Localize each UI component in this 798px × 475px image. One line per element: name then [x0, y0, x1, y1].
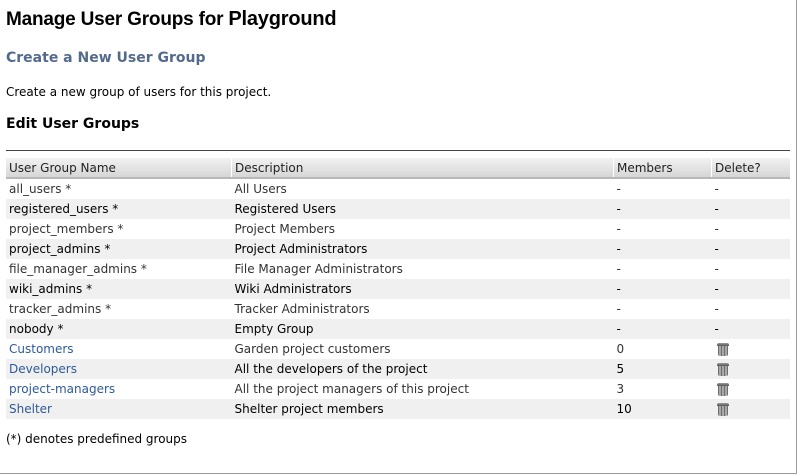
delete-cell[interactable]: [711, 379, 790, 399]
group-members-count: -: [613, 239, 712, 259]
group-description: Tracker Administrators: [231, 299, 614, 319]
table-row: project_admins * Project Administrators - -: [6, 239, 790, 259]
group-name: project_members *: [6, 219, 232, 239]
group-name: registered_users *: [6, 199, 232, 219]
group-description: Wiki Administrators: [231, 279, 614, 299]
table-row: Shelter Shelter project members 10: [6, 399, 790, 419]
group-members-count: -: [613, 199, 712, 219]
table-row: project-managers All the project managers…: [6, 379, 790, 399]
delete-cell[interactable]: [711, 359, 790, 379]
table-header-row: User Group Name Description Members Dele…: [6, 158, 790, 179]
page-title: Manage User Groups for Playground: [6, 8, 337, 31]
group-name: project_admins *: [6, 239, 232, 259]
section-divider: [6, 150, 790, 151]
delete-unavailable: -: [711, 199, 790, 219]
create-user-group-link[interactable]: Create a New User Group: [6, 50, 206, 66]
delete-unavailable: -: [711, 319, 790, 339]
delete-unavailable: -: [711, 259, 790, 279]
delete-unavailable: -: [711, 219, 790, 239]
delete-cell[interactable]: [711, 399, 790, 419]
trash-icon[interactable]: [716, 382, 729, 396]
trash-icon[interactable]: [716, 402, 729, 416]
group-name: all_users *: [6, 178, 232, 199]
group-name-cell[interactable]: Shelter: [6, 399, 232, 419]
delete-cell[interactable]: [711, 339, 790, 359]
group-name: nobody *: [6, 319, 232, 339]
project-name: Playground: [228, 8, 337, 30]
group-description: Shelter project members: [231, 399, 614, 419]
group-name-link[interactable]: project-managers: [9, 382, 115, 396]
group-members-count: -: [613, 178, 712, 199]
group-description: File Manager Administrators: [231, 259, 614, 279]
group-name-link[interactable]: Customers: [9, 342, 74, 356]
group-members-count: 5: [613, 359, 712, 379]
group-description: All the developers of the project: [231, 359, 614, 379]
table-row: Customers Garden project customers 0: [6, 339, 790, 359]
group-members-count: -: [613, 319, 712, 339]
group-description: Registered Users: [231, 199, 614, 219]
group-members-count: 0: [613, 339, 712, 359]
table-row: Developers All the developers of the proj…: [6, 359, 790, 379]
edit-user-groups-heading: Edit User Groups: [6, 116, 140, 132]
table-row: nobody * Empty Group - -: [6, 319, 790, 339]
group-name: file_manager_admins *: [6, 259, 232, 279]
trash-icon[interactable]: [716, 362, 729, 376]
group-name: tracker_admins *: [6, 299, 232, 319]
delete-unavailable: -: [711, 279, 790, 299]
group-members-count: -: [613, 299, 712, 319]
group-description: Project Members: [231, 219, 614, 239]
table-row: tracker_admins * Tracker Administrators - -: [6, 299, 790, 319]
table-body: all_users * All Users - - registered_users *…: [6, 178, 790, 419]
group-name-cell[interactable]: Developers: [6, 359, 232, 379]
group-name: wiki_admins *: [6, 279, 232, 299]
group-description: Project Administrators: [231, 239, 614, 259]
group-description: Garden project customers: [231, 339, 614, 359]
group-description: Empty Group: [231, 319, 614, 339]
group-name-link[interactable]: Shelter: [9, 402, 52, 416]
header-members[interactable]: Members: [613, 158, 712, 179]
group-members-count: -: [613, 219, 712, 239]
page-title-prefix: Manage User Groups for: [6, 9, 229, 30]
group-members-count: 3: [613, 379, 712, 399]
footnote: (*) denotes predefined groups: [6, 432, 188, 446]
table-row: project_members * Project Members - -: [6, 219, 790, 239]
trash-icon[interactable]: [716, 342, 729, 356]
group-name-link[interactable]: Developers: [9, 362, 77, 376]
group-name-cell[interactable]: project-managers: [6, 379, 232, 399]
table-row: all_users * All Users - -: [6, 178, 790, 199]
delete-unavailable: -: [711, 178, 790, 199]
header-description[interactable]: Description: [231, 158, 614, 179]
delete-unavailable: -: [711, 239, 790, 259]
header-delete[interactable]: Delete?: [711, 158, 790, 179]
table-row: file_manager_admins * File Manager Admini…: [6, 259, 790, 279]
table-row: wiki_admins * Wiki Administrators - -: [6, 279, 790, 299]
group-members-count: 10: [613, 399, 712, 419]
table-row: registered_users * Registered Users - -: [6, 199, 790, 219]
group-description: All the project managers of this project: [231, 379, 614, 399]
group-members-count: -: [613, 279, 712, 299]
group-members-count: -: [613, 259, 712, 279]
group-description: All Users: [231, 178, 614, 199]
group-name-cell[interactable]: Customers: [6, 339, 232, 359]
delete-unavailable: -: [711, 299, 790, 319]
header-user-group-name[interactable]: User Group Name: [6, 158, 232, 179]
create-description: Create a new group of users for this pro…: [6, 85, 272, 99]
user-groups-table: User Group Name Description Members Dele…: [6, 158, 790, 419]
